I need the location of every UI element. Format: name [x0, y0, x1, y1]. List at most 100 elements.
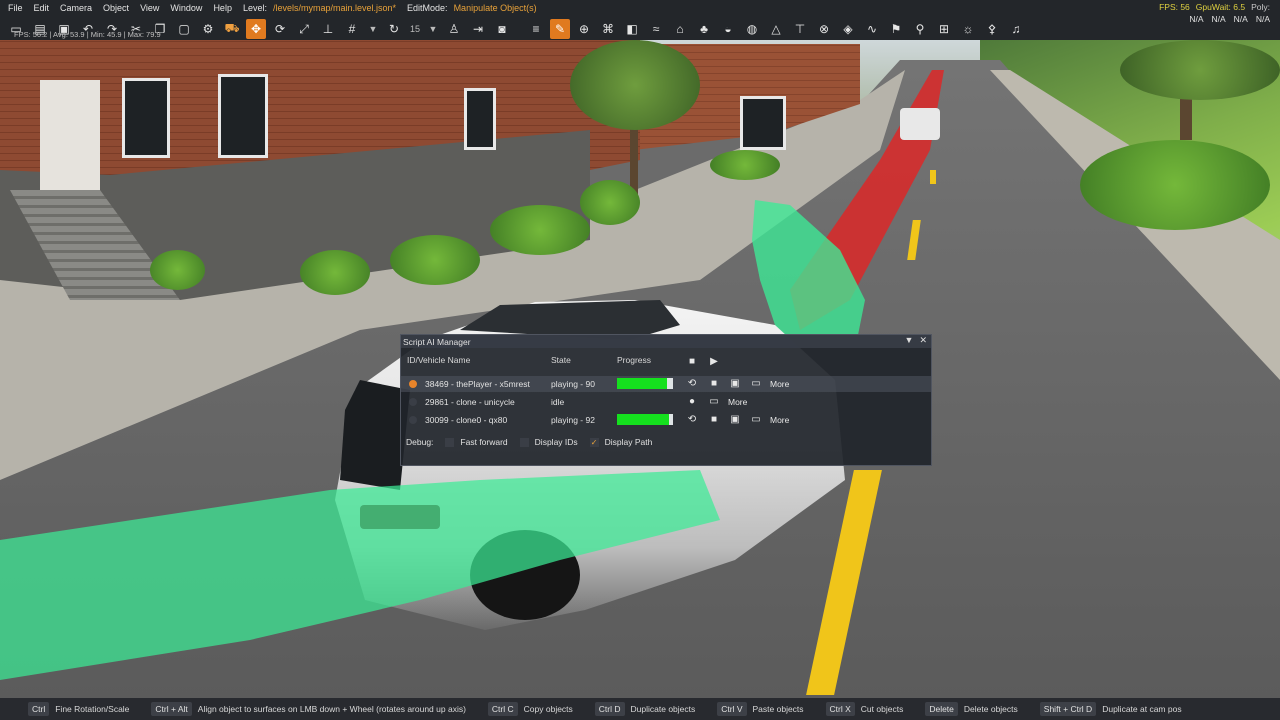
- sign-icon[interactable]: ⊤: [790, 19, 810, 39]
- snap-value[interactable]: 15: [408, 19, 422, 39]
- user-icon[interactable]: ♙: [444, 19, 464, 39]
- table-row[interactable]: 38469 - thePlayer - x5mrest playing - 90…: [401, 376, 931, 392]
- status-bar: Ctrl Fine Rotation/Scale Ctrl + Alt Align …: [0, 698, 1280, 720]
- active-indicator[interactable]: [409, 398, 417, 406]
- menu-help[interactable]: Help: [213, 3, 232, 13]
- save-icon[interactable]: ▣: [728, 413, 742, 427]
- paint-icon[interactable]: ◍: [742, 19, 762, 39]
- display-ids-checkbox[interactable]: [519, 437, 529, 447]
- river-icon[interactable]: ≈: [646, 19, 666, 39]
- folder-icon[interactable]: ▭: [749, 413, 763, 427]
- bush: [490, 205, 590, 255]
- active-indicator[interactable]: [409, 416, 417, 424]
- gpuwait-readout: GpuWait: 6.5: [1195, 2, 1246, 12]
- shortcut-key: Ctrl X: [825, 702, 855, 716]
- save-icon[interactable]: ▣: [728, 377, 742, 391]
- active-indicator[interactable]: [409, 380, 417, 388]
- snap-icon[interactable]: ⊥: [318, 19, 338, 39]
- forest-icon[interactable]: ♣: [694, 19, 714, 39]
- shortcut-hint: Ctrl C Copy objects: [487, 702, 573, 716]
- loop-icon[interactable]: ⟲: [685, 377, 699, 391]
- progress-bar: [617, 414, 673, 425]
- perf-stats: FPS: 56 GpuWait: 6.5 Poly:: [1159, 2, 1270, 12]
- tree-foliage: [570, 40, 700, 130]
- move-icon[interactable]: ✥: [246, 19, 266, 39]
- flag-icon[interactable]: ⚑: [886, 19, 906, 39]
- vehicle-name: 38469 - thePlayer - x5mrest: [425, 379, 530, 389]
- pin-icon[interactable]: ⚴: [982, 19, 1002, 39]
- road-icon[interactable]: ⌘: [598, 19, 618, 39]
- folder-icon[interactable]: ▭: [749, 377, 763, 391]
- menu-icon[interactable]: ≡: [526, 19, 546, 39]
- display-ids-label: Display IDs: [534, 437, 578, 447]
- node-icon[interactable]: ⊗: [814, 19, 834, 39]
- spline-icon[interactable]: ∿: [862, 19, 882, 39]
- debug-options: Debug: Fast forward Display IDs ✓ Displa…: [406, 437, 652, 447]
- vehicle-icon[interactable]: ⛟: [222, 19, 242, 39]
- fast-forward-checkbox[interactable]: [445, 437, 455, 447]
- terrain-icon[interactable]: ◒: [718, 19, 738, 39]
- shortcut-key: Ctrl V: [717, 702, 747, 716]
- panel-titlebar[interactable]: Script AI Manager ▼ ✕: [401, 335, 931, 348]
- chevron-down-icon[interactable]: ▼: [426, 19, 440, 39]
- menu-camera[interactable]: Camera: [60, 3, 92, 13]
- scale-icon[interactable]: ⤢: [294, 19, 314, 39]
- sound-icon[interactable]: ♫: [1006, 19, 1026, 39]
- menu-bar: File Edit Camera Object View Window Help…: [0, 0, 548, 16]
- collapse-icon[interactable]: ▼: [905, 335, 914, 346]
- vehicle-state: idle: [551, 397, 565, 407]
- chevron-down-icon[interactable]: ▼: [366, 19, 380, 39]
- col-header-state: State: [551, 355, 571, 365]
- more-button[interactable]: More: [770, 379, 789, 389]
- more-button[interactable]: More: [770, 415, 789, 425]
- shortcut-key: Ctrl D: [594, 702, 625, 716]
- gear-icon[interactable]: ⚙: [198, 19, 218, 39]
- decal-icon[interactable]: ◧: [622, 19, 642, 39]
- col-header-progress: Progress: [617, 355, 652, 365]
- tree-foliage: [1120, 40, 1280, 100]
- mesh-icon[interactable]: △: [766, 19, 786, 39]
- pencil-icon[interactable]: ✎: [550, 19, 570, 39]
- shortcut-key: Delete: [925, 702, 958, 716]
- spawn-icon[interactable]: ⚲: [910, 19, 930, 39]
- editmode-value[interactable]: Manipulate Object(s): [454, 3, 537, 13]
- play-all-icon[interactable]: ▶: [707, 355, 721, 369]
- light-icon[interactable]: ☼: [958, 19, 978, 39]
- plus-circle-icon[interactable]: ⊕: [574, 19, 594, 39]
- menu-window[interactable]: Window: [170, 3, 202, 13]
- bush: [1080, 140, 1270, 230]
- more-button[interactable]: More: [728, 397, 747, 407]
- camera-icon[interactable]: ◙: [492, 19, 512, 39]
- building-icon[interactable]: ⌂: [670, 19, 690, 39]
- level-path: /levels/mymap/main.level.json*: [272, 3, 397, 13]
- shortcut-desc: Delete objects: [963, 704, 1018, 714]
- paste-icon[interactable]: ▢: [174, 19, 194, 39]
- folder-icon[interactable]: ▭: [707, 395, 721, 409]
- stop-icon[interactable]: ■: [707, 377, 721, 391]
- loop-icon[interactable]: ⟲: [685, 413, 699, 427]
- close-icon[interactable]: ✕: [919, 335, 927, 346]
- shortcut-hint: Delete Delete objects: [925, 702, 1018, 716]
- script-ai-manager-panel: Script AI Manager ▼ ✕ ID/Vehicle Name St…: [400, 334, 932, 466]
- record-icon[interactable]: ●: [685, 395, 699, 409]
- level-label: Level:: [242, 3, 267, 13]
- menu-edit[interactable]: Edit: [34, 3, 50, 13]
- stop-all-icon[interactable]: ■: [685, 355, 699, 369]
- table-row[interactable]: 29861 - clone - unicycle idle ● ▭ More: [401, 394, 931, 410]
- panel-title: Script AI Manager: [403, 336, 471, 347]
- display-path-checkbox[interactable]: ✓: [589, 437, 599, 447]
- traffic-icon[interactable]: ⊞: [934, 19, 954, 39]
- menu-view[interactable]: View: [140, 3, 159, 13]
- stop-icon[interactable]: ■: [707, 413, 721, 427]
- editor-topbar: File Edit Camera Object View Window Help…: [0, 0, 1280, 40]
- grid-icon[interactable]: #: [342, 19, 362, 39]
- layers-icon[interactable]: ◈: [838, 19, 858, 39]
- align-icon[interactable]: ⇥: [468, 19, 488, 39]
- menu-file[interactable]: File: [8, 3, 23, 13]
- table-row[interactable]: 30099 - clone0 - qx80 playing - 92 ⟲ ■ ▣…: [401, 412, 931, 428]
- rotate-icon[interactable]: ⟳: [270, 19, 290, 39]
- ai-vehicle-far[interactable]: [900, 108, 940, 140]
- progress-fill: [617, 378, 668, 389]
- menu-object[interactable]: Object: [103, 3, 129, 13]
- rotate-snap-icon[interactable]: ↻: [384, 19, 404, 39]
